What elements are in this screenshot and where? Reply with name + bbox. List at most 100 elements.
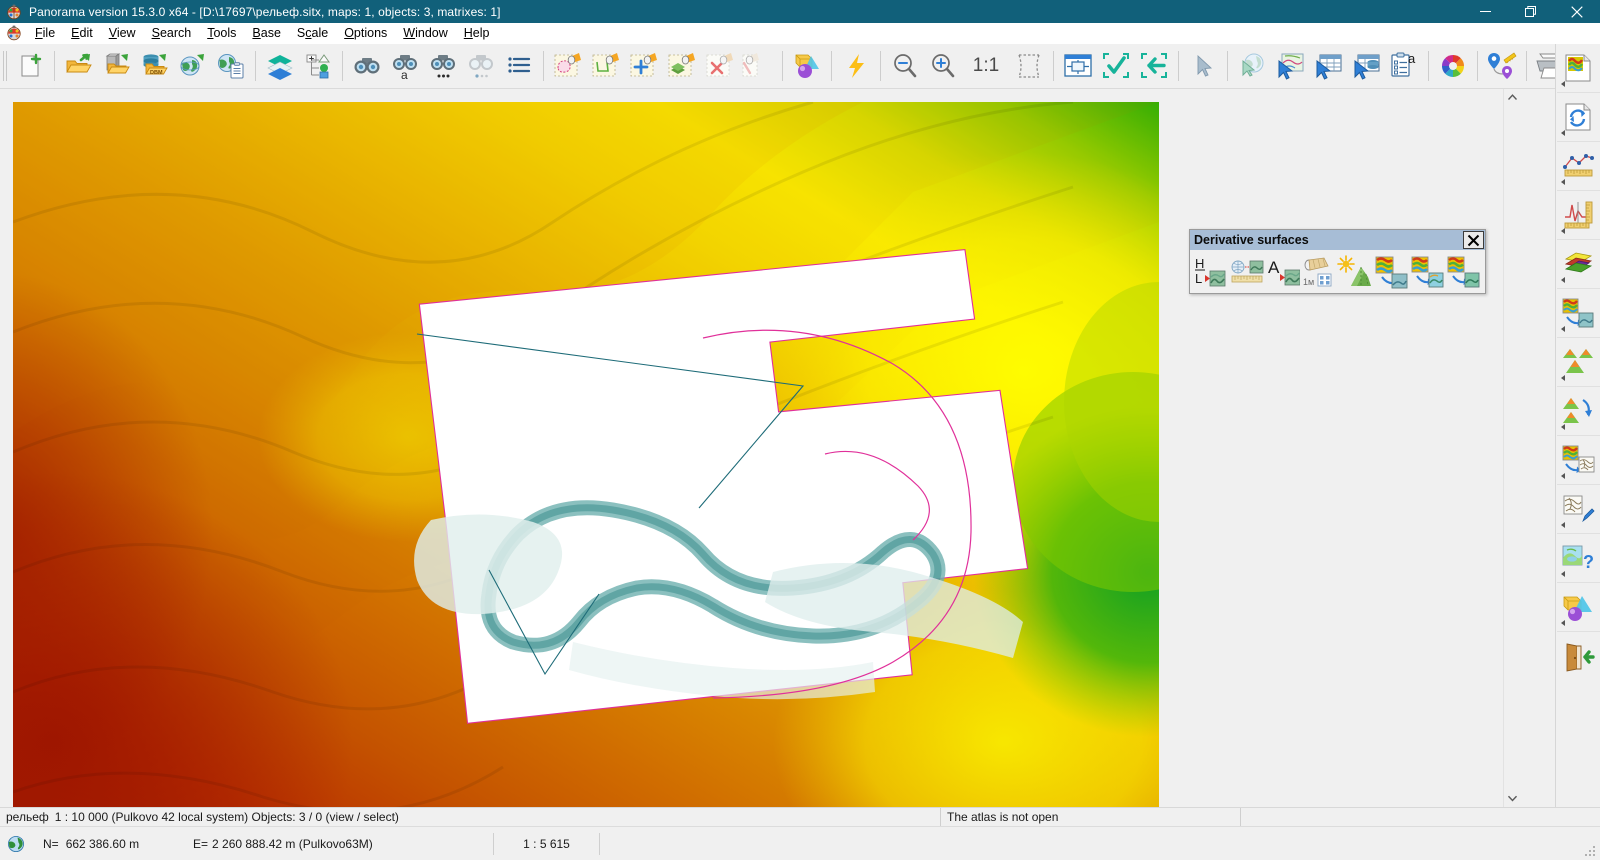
extended-search-button[interactable] xyxy=(424,47,462,85)
scroll-up-arrow-icon[interactable] xyxy=(1504,89,1521,106)
chevron-dropdown-icon[interactable] xyxy=(1561,473,1565,479)
chevron-dropdown-icon[interactable] xyxy=(1561,620,1565,626)
relief-profile-button[interactable] xyxy=(1557,191,1600,240)
transform-surface-button[interactable] xyxy=(1557,387,1600,436)
zoom-actual-size-button[interactable]: 1:1 xyxy=(962,47,1010,85)
minimize-button[interactable] xyxy=(1462,0,1508,23)
new-document-button[interactable] xyxy=(11,47,49,85)
chevron-dropdown-icon[interactable] xyxy=(1561,326,1565,332)
measurements-button[interactable] xyxy=(1483,47,1521,85)
chevron-dropdown-icon[interactable] xyxy=(1561,179,1565,185)
azimuth-matrix-icon: A xyxy=(1266,255,1300,289)
roughness-button[interactable]: 1м xyxy=(1301,252,1337,292)
open-dbm-button[interactable]: DBM xyxy=(136,47,174,85)
exit-button[interactable] xyxy=(1557,632,1600,681)
relief-matrix-view[interactable] xyxy=(13,102,1159,807)
menu-item-view[interactable]: View xyxy=(101,24,144,43)
open-map-button[interactable] xyxy=(60,47,98,85)
chevron-dropdown-icon[interactable] xyxy=(1561,522,1565,528)
pick-on-map-button[interactable] xyxy=(1271,47,1309,85)
add-object-button[interactable] xyxy=(299,47,337,85)
pick-in-database-button[interactable] xyxy=(1347,47,1385,85)
pick-on-globe-button[interactable] xyxy=(1233,47,1271,85)
menu-item-help[interactable]: Help xyxy=(456,24,498,43)
chevron-dropdown-icon[interactable] xyxy=(1561,81,1565,87)
aspect-surface-button[interactable]: A xyxy=(1265,252,1301,292)
chevron-dropdown-icon[interactable] xyxy=(1561,424,1565,430)
zoom-in-button[interactable] xyxy=(924,47,962,85)
report-button[interactable]: a xyxy=(1385,47,1423,85)
chevron-dropdown-icon[interactable] xyxy=(1561,228,1565,234)
chevron-dropdown-icon[interactable] xyxy=(1561,375,1565,381)
select-by-area-button[interactable] xyxy=(549,47,587,85)
zoom-out-button[interactable] xyxy=(886,47,924,85)
open-from-server-button[interactable] xyxy=(98,47,136,85)
3d-objects-button[interactable] xyxy=(1557,583,1600,632)
chevron-dropdown-icon[interactable] xyxy=(1561,277,1565,283)
apply-button[interactable] xyxy=(1097,47,1135,85)
matrix-to-matrix-3-icon xyxy=(1446,255,1480,289)
derivative-surfaces-title-bar[interactable]: Derivative surfaces xyxy=(1190,230,1485,250)
scroll-down-arrow-icon[interactable] xyxy=(1504,790,1521,807)
rebuild-matrix-button[interactable] xyxy=(1557,93,1600,142)
insolation-surface-button[interactable] xyxy=(1337,252,1373,292)
close-button[interactable] xyxy=(1554,0,1600,23)
layer-stack-button[interactable] xyxy=(1557,240,1600,289)
color-wheel-icon xyxy=(1438,51,1468,81)
open-from-web-button[interactable] xyxy=(174,47,212,85)
menu-item-tools[interactable]: Tools xyxy=(199,24,244,43)
derivative-surfaces-close-button[interactable] xyxy=(1463,231,1484,249)
chevron-dropdown-icon[interactable] xyxy=(1561,130,1565,136)
globe-icon[interactable] xyxy=(7,835,25,853)
east-value: 2 260 888.42 m (Pulkovo63M) xyxy=(212,837,373,851)
menu-item-search[interactable]: Search xyxy=(144,24,200,43)
surface-info-button[interactable]: ? xyxy=(1557,534,1600,583)
palette-button[interactable] xyxy=(1434,47,1472,85)
invert-selection-button[interactable] xyxy=(739,47,777,85)
matrix-derivative-3-button[interactable] xyxy=(1445,252,1481,292)
object-list-button[interactable] xyxy=(500,47,538,85)
pointer-button[interactable] xyxy=(1184,47,1222,85)
edit-contours-button[interactable] xyxy=(1557,485,1600,534)
layers-button[interactable] xyxy=(261,47,299,85)
menu-item-scale[interactable]: Scale xyxy=(289,24,336,43)
sphere-to-matrix-ruler-icon xyxy=(1230,255,1264,289)
map-vertical-scrollbar[interactable] xyxy=(1503,89,1520,807)
maximize-restore-button[interactable] xyxy=(1508,0,1554,23)
3d-view-button[interactable] xyxy=(788,47,826,85)
toolbar-grip[interactable] xyxy=(3,51,7,81)
matrix-derivative-1-button[interactable] xyxy=(1373,252,1409,292)
spherical-interpolation-button[interactable] xyxy=(1229,252,1265,292)
back-button[interactable] xyxy=(1135,47,1173,85)
north-label: N= xyxy=(43,837,59,851)
menu-item-base[interactable]: Base xyxy=(244,24,289,43)
select-by-polyline-button[interactable] xyxy=(587,47,625,85)
chevron-dropdown-icon[interactable] xyxy=(1561,571,1565,577)
matrix-derivative-2-button[interactable] xyxy=(1409,252,1445,292)
build-contours-button[interactable] xyxy=(1557,436,1600,485)
resize-grip[interactable] xyxy=(1585,846,1597,858)
menu-item-window[interactable]: Window xyxy=(395,24,455,43)
title-bar: Panorama version 15.3.0 x64 - [D:\17697\… xyxy=(0,0,1600,23)
menu-item-edit[interactable]: Edit xyxy=(63,24,101,43)
add-to-selection-button[interactable] xyxy=(625,47,663,85)
convert-matrix-button[interactable] xyxy=(1557,289,1600,338)
pick-in-table-button[interactable] xyxy=(1309,47,1347,85)
menu-item-options[interactable]: Options xyxy=(336,24,395,43)
quick-actions-button[interactable] xyxy=(837,47,875,85)
surface-models-button[interactable] xyxy=(1557,338,1600,387)
matrix-document-button[interactable] xyxy=(1557,44,1600,93)
show-panel-button[interactable] xyxy=(1059,47,1097,85)
clear-selection-button[interactable] xyxy=(701,47,739,85)
web-report-button[interactable] xyxy=(212,47,250,85)
search-button[interactable] xyxy=(348,47,386,85)
measure-points-button[interactable] xyxy=(1557,142,1600,191)
fit-to-window-button[interactable] xyxy=(1010,47,1048,85)
menu-item-file[interactable]: FFileile xyxy=(27,24,63,43)
svg-text:L: L xyxy=(1195,271,1202,286)
search-by-text-button[interactable]: a xyxy=(386,47,424,85)
select-by-layer-button[interactable] xyxy=(663,47,701,85)
clear-search-button[interactable] xyxy=(462,47,500,85)
hl-ratio-surface-button[interactable]: H L xyxy=(1193,252,1229,292)
derivative-surfaces-panel[interactable]: Derivative surfaces H L xyxy=(1189,229,1486,294)
